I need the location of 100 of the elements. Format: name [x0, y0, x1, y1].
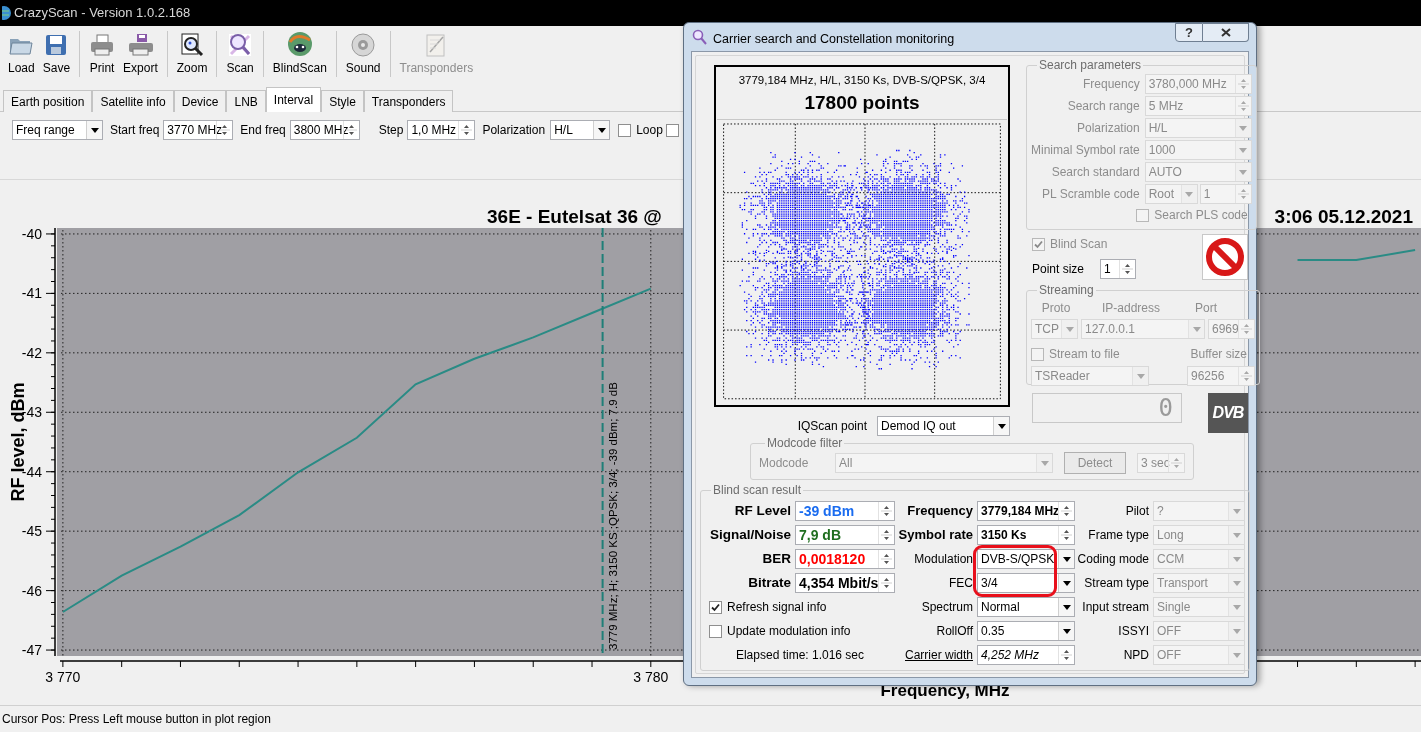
spin-field[interactable]: -39 dBm — [795, 501, 895, 521]
field-label: Pilot — [1125, 503, 1149, 520]
spin-arrows-icon — [880, 527, 893, 543]
axis-tick-label: -41 — [21, 285, 42, 302]
caret-icon — [1239, 125, 1248, 131]
tab[interactable]: LNB — [226, 90, 266, 112]
dropdown[interactable]: 0.35 — [977, 621, 1075, 641]
dropdown[interactable]: DVB-S/QPSK — [977, 549, 1075, 569]
dropdown[interactable]: H/L — [550, 120, 611, 140]
dvb-logo: DVB — [1208, 393, 1248, 433]
close-icon — [1220, 28, 1231, 37]
tab[interactable]: Device — [173, 90, 227, 112]
stop-button[interactable] — [1202, 234, 1248, 280]
spin-field[interactable]: 4,252 MHz — [977, 645, 1075, 665]
field-label: Coding mode — [1077, 551, 1149, 568]
axis-tick-label: -47 — [21, 642, 42, 659]
field-label: Symbol rate — [898, 526, 973, 545]
caret-icon — [1232, 628, 1241, 634]
caret-icon — [1040, 460, 1049, 466]
tab[interactable]: Earth position — [3, 90, 93, 112]
spin-arrows-icon — [1060, 647, 1073, 663]
field-label: PL Scramble code — [1042, 186, 1140, 203]
checkbox[interactable] — [618, 123, 632, 137]
tab[interactable]: Style — [321, 90, 364, 112]
toolbar-button[interactable]: Print — [85, 29, 120, 79]
column-label: Proto — [1040, 300, 1072, 317]
spin-field[interactable]: 3150 Ks — [977, 525, 1075, 545]
spin-field[interactable]: 3800 MHz — [289, 120, 360, 140]
spin-field[interactable]: 1,0 MHz — [407, 120, 476, 140]
checkbox[interactable] — [709, 600, 722, 614]
column-label: IP-address — [1101, 300, 1161, 317]
caret-icon — [1062, 580, 1071, 586]
dialog-title: Carrier search and Constellation monitoring — [713, 31, 955, 48]
spin-field[interactable]: 3770 MHz — [163, 120, 234, 140]
caret-icon — [997, 423, 1006, 429]
group-title: Search parameters — [1038, 57, 1143, 74]
spin-arrows-icon — [1236, 98, 1250, 114]
axis-tick-label: -42 — [21, 344, 42, 361]
checkbox[interactable] — [709, 624, 722, 638]
toolbar-button[interactable]: BlindScan — [268, 29, 331, 79]
caret-icon — [1232, 532, 1241, 538]
spin-arrows-icon — [1060, 503, 1073, 519]
help-button[interactable]: ? — [1175, 23, 1203, 42]
caret-icon — [1232, 604, 1241, 610]
toolbar-button[interactable]: Sound — [341, 29, 385, 79]
group-title: Modcode filter — [766, 435, 844, 452]
spin-field[interactable]: 3779,184 MHz — [977, 501, 1075, 521]
globe-icon — [2, 6, 12, 20]
field-label: Polarization — [482, 122, 546, 139]
dropdown[interactable]: Freq range — [12, 120, 103, 140]
signal-summary: 3779,184 MHz, H/L, 3150 Ks, DVB-S/QPSK, 3/4 — [737, 73, 987, 88]
field-label: Buffer size — [1190, 346, 1247, 363]
group-title: Streaming — [1038, 282, 1095, 299]
field-label: Modulation — [914, 551, 973, 568]
toolbar-button[interactable]: Load — [4, 29, 39, 79]
spin-arrows-icon — [1121, 261, 1135, 277]
spin-arrows-icon — [1240, 368, 1253, 384]
field-label: RollOff — [936, 623, 973, 640]
field-label: Start freq — [110, 122, 160, 139]
spin-field[interactable]: 7,9 dB — [795, 525, 895, 545]
caret-icon — [1232, 556, 1241, 562]
caret-icon — [1136, 373, 1145, 379]
spin-field[interactable]: 4,354 Mbit/s — [795, 573, 895, 593]
tab[interactable]: Interval — [265, 87, 322, 112]
dropdown[interactable]: 3/4 — [977, 573, 1075, 593]
spin-field[interactable]: 0,0018120 — [795, 549, 895, 569]
toolbar-button[interactable]: Scan — [222, 29, 258, 79]
caret-icon — [1192, 326, 1201, 332]
caret-icon — [1062, 628, 1071, 634]
field-label: Point size — [1032, 261, 1085, 278]
page-magnifier-icon — [179, 32, 206, 58]
spin-field[interactable]: 1 — [1100, 259, 1137, 279]
field-label: End freq — [240, 122, 286, 139]
axis-tick-label: 3 770 — [45, 669, 81, 685]
spin-arrows-icon — [880, 551, 893, 567]
caret-icon — [1232, 508, 1241, 514]
checkmark-icon — [711, 602, 720, 612]
dropdown[interactable]: Demod IQ out — [877, 416, 1010, 436]
tab[interactable]: Satellite info — [92, 90, 174, 112]
speaker-icon — [350, 32, 377, 58]
toolbar-button[interactable]: Zoom — [172, 29, 212, 79]
close-button[interactable] — [1203, 23, 1249, 42]
dropdown[interactable]: Normal — [977, 597, 1075, 617]
caret-icon — [1239, 169, 1248, 175]
spin-arrows-icon — [1170, 455, 1183, 471]
checkbox-label: Update modulation info — [727, 623, 851, 640]
tab[interactable]: Transponders — [363, 90, 454, 112]
carrier-width-link[interactable]: Carrier width — [905, 646, 973, 664]
status-text: Cursor Pos: Press Left mouse button in plot region — [2, 711, 271, 728]
no-entry-icon — [1205, 237, 1245, 277]
toolbar-button[interactable]: Save — [38, 29, 75, 79]
toolbar-button[interactable]: Export — [119, 29, 162, 79]
field-label: Step — [378, 122, 404, 139]
field-label: Bitrate — [748, 573, 791, 592]
caret-icon — [597, 127, 606, 133]
checkbox[interactable] — [665, 123, 679, 137]
caret-icon — [1232, 652, 1241, 658]
checkmark-icon — [1034, 239, 1043, 249]
spin-arrows-icon — [460, 122, 474, 138]
field-label: Frequency — [907, 502, 973, 521]
